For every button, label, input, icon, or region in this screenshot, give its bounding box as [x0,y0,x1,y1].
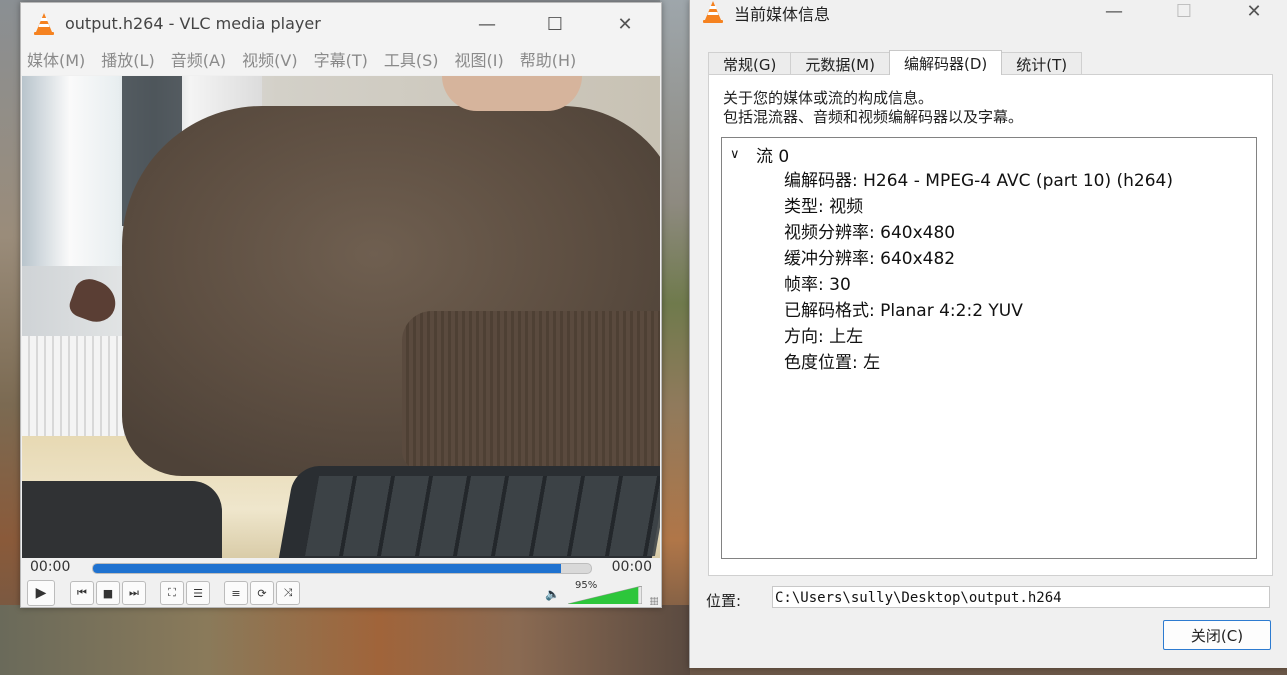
tree-item[interactable]: 已解码格式: Planar 4:2:2 YUV [784,296,1023,321]
menu-bar: 媒体(M) 播放(L) 音频(A) 视频(V) 字幕(T) 工具(S) 视图(I… [21,43,661,75]
total-time: 00:00 [611,559,652,575]
menu-subtitle[interactable]: 字幕(T) [314,47,368,71]
playlist-icon: ≡ [231,586,241,600]
menu-playback[interactable]: 播放(L) [101,47,154,71]
tree-item[interactable]: 视频分辨率: 640x480 [784,218,955,243]
fullscreen-icon: ⛶ [168,586,176,599]
menu-media[interactable]: 媒体(M) [27,47,85,71]
menu-view[interactable]: 视图(I) [455,47,504,71]
tree-item[interactable]: 方向: 上左 [784,322,863,347]
elapsed-time: 00:00 [30,559,71,575]
fullscreen-button[interactable]: ⛶ [160,581,184,605]
codec-description: 关于您的媒体或流的构成信息。 包括混流器、音频和视频编解码器以及字幕。 [723,89,1023,127]
video-area[interactable] [22,76,660,558]
equalizer-icon: ☰ [193,586,203,600]
tab-general[interactable]: 常规(G) [708,52,792,75]
desktop-background-bottom [0,605,690,675]
seek-slider[interactable] [92,563,592,574]
maximize-button[interactable]: ☐ [533,9,577,39]
tree-stream-0[interactable]: ∨ 流 0 [730,142,789,167]
extended-settings-button[interactable]: ☰ [186,581,210,605]
codec-tree[interactable]: ∨ 流 0 编解码器: H264 - MPEG-4 AVC (part 10) … [721,137,1257,559]
close-window-button[interactable]: ✕ [1232,0,1276,26]
playlist-button[interactable]: ≡ [224,581,248,605]
vlc-cone-icon [33,12,55,36]
menu-audio[interactable]: 音频(A) [171,47,226,71]
tab-metadata[interactable]: 元数据(M) [790,52,890,75]
control-bar: ▶ ⏮ ■ ⏭ ⛶ ☰ ≡ ⟳ ⤨ 🔈 95% [22,578,660,607]
next-icon: ⏭ [129,586,139,599]
video-mousepad [22,481,222,558]
desktop-background [660,0,690,675]
tree-item[interactable]: 类型: 视频 [784,192,863,217]
resize-grip-icon[interactable] [650,597,658,605]
time-bar: 00:00 00:00 [22,558,660,578]
minimize-button[interactable]: — [1092,0,1136,26]
menu-help[interactable]: 帮助(H) [520,47,577,71]
vlc-window: output.h264 - VLC media player — ☐ ✕ 媒体(… [20,2,662,608]
chevron-down-icon[interactable]: ∨ [730,147,744,162]
maximize-button: ☐ [1175,0,1193,22]
tab-statistics[interactable]: 统计(T) [1001,52,1083,75]
media-info-dialog: 当前媒体信息 — ☐ ✕ 常规(G) 元数据(M) 编解码器(D) 统计(T) … [689,0,1287,668]
window-title: output.h264 - VLC media player [65,14,321,33]
tree-item[interactable]: 缓冲分辨率: 640x482 [784,244,955,269]
minimize-button[interactable]: — [465,9,509,39]
seek-slider-fill [93,564,562,573]
menu-video[interactable]: 视频(V) [242,47,297,71]
codec-panel: 关于您的媒体或流的构成信息。 包括混流器、音频和视频编解码器以及字幕。 ∨ 流 … [708,74,1273,576]
video-sleeve [402,311,660,471]
tab-bar: 常规(G) 元数据(M) 编解码器(D) 统计(T) [708,50,1083,75]
description-line-1: 关于您的媒体或流的构成信息。 [723,89,934,107]
menu-tools[interactable]: 工具(S) [384,47,439,71]
stop-icon: ■ [102,586,114,600]
tree-item[interactable]: 色度位置: 左 [784,348,880,373]
speaker-icon[interactable]: 🔈 [545,587,560,601]
tab-codec[interactable]: 编解码器(D) [888,50,1003,75]
next-button[interactable]: ⏭ [122,581,146,605]
shuffle-button[interactable]: ⤨ [276,581,300,605]
close-button[interactable]: 关闭(C) [1163,620,1271,650]
previous-icon: ⏮ [77,586,87,599]
dialog-title: 当前媒体信息 [734,5,831,24]
vlc-cone-icon [702,0,724,24]
volume-slider[interactable] [568,586,642,604]
loop-button[interactable]: ⟳ [250,581,274,605]
stop-button[interactable]: ■ [96,581,120,605]
tree-item[interactable]: 帧率: 30 [784,270,851,295]
shuffle-icon: ⤨ [283,586,293,599]
previous-button[interactable]: ⏮ [70,581,94,605]
location-label: 位置: [706,592,742,610]
play-button[interactable]: ▶ [27,580,55,606]
video-chin [442,76,582,111]
stream-label: 流 0 [756,147,790,167]
play-icon: ▶ [35,585,47,601]
location-field[interactable]: C:\Users\sully\Desktop\output.h264 [772,586,1270,608]
description-line-2: 包括混流器、音频和视频编解码器以及字幕。 [723,108,1024,126]
video-keys [304,476,660,556]
dialog-titlebar[interactable]: 当前媒体信息 — ☐ ✕ [690,0,1287,40]
tree-item[interactable]: 编解码器: H264 - MPEG-4 AVC (part 10) (h264) [784,166,1173,191]
vlc-titlebar[interactable]: output.h264 - VLC media player — ☐ ✕ [21,3,661,43]
close-button[interactable]: ✕ [603,9,647,39]
loop-icon: ⟳ [257,586,267,600]
